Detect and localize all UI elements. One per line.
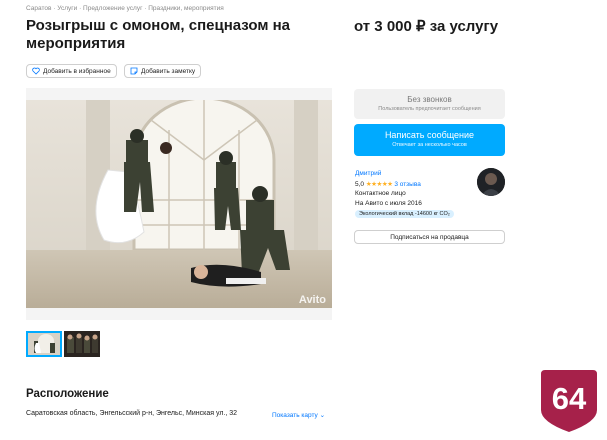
breadcrumb-item[interactable]: Праздники, мероприятия bbox=[148, 5, 224, 12]
region-code-badge: 64 bbox=[539, 368, 599, 434]
write-message-button[interactable]: Написать сообщение Отвечает за несколько… bbox=[354, 124, 505, 156]
no-calls-subtitle: Пользователь предпочитает сообщения bbox=[378, 106, 481, 112]
add-to-favorites-button[interactable]: Добавить в избранное bbox=[26, 64, 117, 78]
photo-watermark: Avito bbox=[298, 294, 326, 306]
add-note-label: Добавить заметку bbox=[141, 67, 196, 75]
no-calls-title: Без звонков bbox=[407, 95, 452, 104]
add-to-favorites-label: Добавить в избранное bbox=[43, 67, 111, 75]
eco-contribution-badge[interactable]: Экологический вклад -14600 кг CO₂ bbox=[355, 210, 454, 218]
photo-illustration bbox=[26, 100, 332, 308]
thumbnail-image bbox=[28, 333, 60, 355]
breadcrumb-item[interactable]: Предложение услуг bbox=[83, 5, 142, 12]
write-message-label: Написать сообщение bbox=[384, 130, 475, 140]
address-text: Саратовская область, Энгельсский р-н, Эн… bbox=[26, 410, 238, 417]
breadcrumb-separator: · bbox=[144, 5, 147, 12]
region-code-text: 64 bbox=[552, 381, 587, 416]
add-note-button[interactable]: Добавить заметку bbox=[124, 64, 202, 78]
subscribe-seller-button[interactable]: Подписаться на продавца bbox=[354, 230, 505, 244]
gallery-thumbnail[interactable] bbox=[64, 331, 100, 357]
thumbnail-image bbox=[64, 331, 100, 357]
show-map-link[interactable]: Показать карту ⌄ bbox=[272, 411, 325, 419]
seller-since: На Авито с июля 2016 bbox=[355, 200, 422, 207]
shield-icon: 64 bbox=[541, 370, 597, 432]
breadcrumb: Саратов · Услуги · Предложение услуг · П… bbox=[26, 5, 224, 12]
breadcrumb-item[interactable]: Услуги bbox=[57, 5, 77, 12]
show-map-label: Показать карту bbox=[272, 412, 318, 419]
chevron-down-icon: ⌄ bbox=[319, 412, 326, 419]
listing-price: от 3 000 ₽ за услугу bbox=[354, 18, 499, 35]
response-time-label: Отвечает за несколько часов bbox=[392, 142, 467, 148]
photo-scene bbox=[26, 100, 332, 308]
seller-type: Контактное лицо bbox=[355, 190, 406, 197]
rating-value: 5,0 bbox=[355, 181, 365, 188]
rating-stars-icon: ★★★★★ bbox=[365, 181, 393, 188]
main-photo[interactable]: Avito bbox=[26, 88, 332, 320]
breadcrumb-separator: · bbox=[53, 5, 56, 12]
reviews-link[interactable]: 3 отзыва bbox=[394, 181, 421, 188]
breadcrumb-separator: · bbox=[79, 5, 82, 12]
no-calls-notice: Без звонков Пользователь предпочитает со… bbox=[354, 89, 505, 119]
note-icon bbox=[130, 67, 138, 75]
avatar-image bbox=[477, 168, 505, 196]
gallery-thumbnail[interactable] bbox=[26, 331, 62, 357]
location-section-title: Расположение bbox=[26, 388, 109, 400]
seller-name-link[interactable]: Дмитрий bbox=[355, 170, 381, 177]
breadcrumb-item[interactable]: Саратов bbox=[26, 5, 51, 12]
seller-rating: 5,0 ★★★★★ 3 отзыва bbox=[355, 180, 421, 188]
heart-icon bbox=[32, 67, 40, 75]
page-title: Розыгрыш с омоном, спецназом на мероприя… bbox=[26, 17, 291, 52]
avatar[interactable] bbox=[477, 168, 505, 196]
